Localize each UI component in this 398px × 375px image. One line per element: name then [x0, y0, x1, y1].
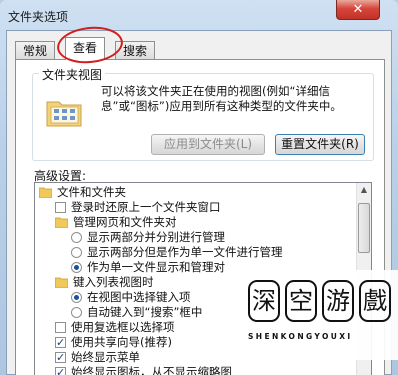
- use-checkboxes-checkbox[interactable]: [55, 322, 66, 333]
- close-icon: ✕: [352, 2, 364, 17]
- tree-item-checkboxes[interactable]: 使用复选框以选择项: [55, 320, 175, 335]
- tree-item-single-file[interactable]: 作为单一文件显示和管理对: [71, 260, 225, 275]
- tab-general[interactable]: 常规: [15, 41, 56, 59]
- folder-view-icon: [46, 101, 82, 127]
- tree-item-files-folders: 文件和文件夹: [39, 185, 126, 200]
- tab-search[interactable]: 搜索: [115, 41, 156, 59]
- reset-folders-button[interactable]: 重置文件夹(R): [275, 134, 365, 155]
- restore-windows-checkbox[interactable]: [55, 202, 66, 213]
- tree-item-label: 键入列表视图时: [73, 275, 154, 289]
- tree-item-type-search[interactable]: 自动键入到“搜索”框中: [71, 305, 202, 320]
- tree-item-label: 显示两部分但是作为单一文件进行管理: [87, 245, 283, 259]
- tree-item-label: 作为单一文件显示和管理对: [87, 260, 225, 274]
- always-icons-checkbox[interactable]: [55, 365, 66, 375]
- folder-icon: [55, 277, 68, 288]
- tree-item-label: 文件和文件夹: [57, 185, 126, 199]
- tree-item-select-typed[interactable]: 在视图中选择键入项: [71, 290, 191, 305]
- watermark-char: 游: [322, 280, 354, 322]
- select-typed-radio[interactable]: [71, 292, 82, 303]
- folder-views-description: 可以将该文件夹正在使用的视图(例如“详细信息”或“图标”)应用到所有这种类型的文…: [101, 84, 342, 113]
- tree-item-show-two-parts[interactable]: 显示两部分并分别进行管理: [71, 230, 225, 245]
- folder-views-legend: 文件夹视图: [39, 66, 106, 83]
- tree-item-web-pairs: 管理网页和文件夹对: [55, 215, 177, 230]
- tree-item-always-menus[interactable]: 始终显示菜单: [55, 350, 140, 365]
- watermark-char: 空: [285, 280, 317, 322]
- close-button[interactable]: ✕: [336, 0, 380, 20]
- tree-item-typing-list: 键入列表视图时: [55, 275, 154, 290]
- folder-views-group: 文件夹视图 可以将该文件夹正在使用的视图(例如“详细信息”或“图标”)应用到所有…: [32, 66, 374, 161]
- single-file-radio[interactable]: [71, 262, 82, 273]
- folder-icon: [39, 187, 52, 198]
- apply-to-folders-button[interactable]: 应用到文件夹(L): [151, 134, 265, 155]
- tree-item-label: 自动键入到“搜索”框中: [87, 305, 203, 319]
- watermark-subtitle: SHENKONGYOUXI: [248, 332, 353, 341]
- scroll-thumb[interactable]: [358, 203, 370, 253]
- tree-item-two-parts-single[interactable]: 显示两部分但是作为单一文件进行管理: [71, 245, 283, 260]
- title-bar[interactable]: 文件夹选项 ✕: [0, 0, 398, 30]
- tree-item-label: 登录时还原上一个文件夹窗口: [71, 200, 221, 214]
- sharing-wizard-checkbox[interactable]: [55, 335, 66, 350]
- window-title: 文件夹选项: [8, 10, 69, 24]
- tree-item-label: 使用复选框以选择项: [71, 320, 175, 334]
- tree-item-sharing-wizard[interactable]: 使用共享向导(推荐): [55, 335, 172, 350]
- show-two-parts-radio[interactable]: [71, 232, 82, 243]
- two-parts-single-radio[interactable]: [71, 247, 82, 258]
- scroll-up-icon[interactable]: ▲: [357, 183, 371, 197]
- tree-item-label: 始终显示图标，从不显示缩略图: [71, 365, 232, 375]
- type-search-radio[interactable]: [71, 307, 82, 318]
- tree-item-label: 管理网页和文件夹对: [73, 215, 177, 229]
- watermark-logo: 深 空 游 戲 SHENKONGYOUXI: [240, 270, 398, 360]
- tree-item-restore-windows[interactable]: 登录时还原上一个文件夹窗口: [55, 200, 221, 215]
- tree-item-label: 使用共享向导(推荐): [71, 335, 172, 349]
- tree-item-label: 在视图中选择键入项: [87, 290, 191, 304]
- watermark-char: 戲: [359, 280, 391, 322]
- always-menus-checkbox[interactable]: [55, 350, 66, 365]
- tree-item-label: 始终显示菜单: [71, 350, 140, 364]
- tab-view[interactable]: 查看: [65, 37, 106, 60]
- tree-item-label: 显示两部分并分别进行管理: [87, 230, 225, 244]
- tree-item-always-icons[interactable]: 始终显示图标，从不显示缩略图: [55, 365, 232, 375]
- watermark-char: 深: [248, 280, 280, 322]
- folder-icon: [55, 217, 68, 228]
